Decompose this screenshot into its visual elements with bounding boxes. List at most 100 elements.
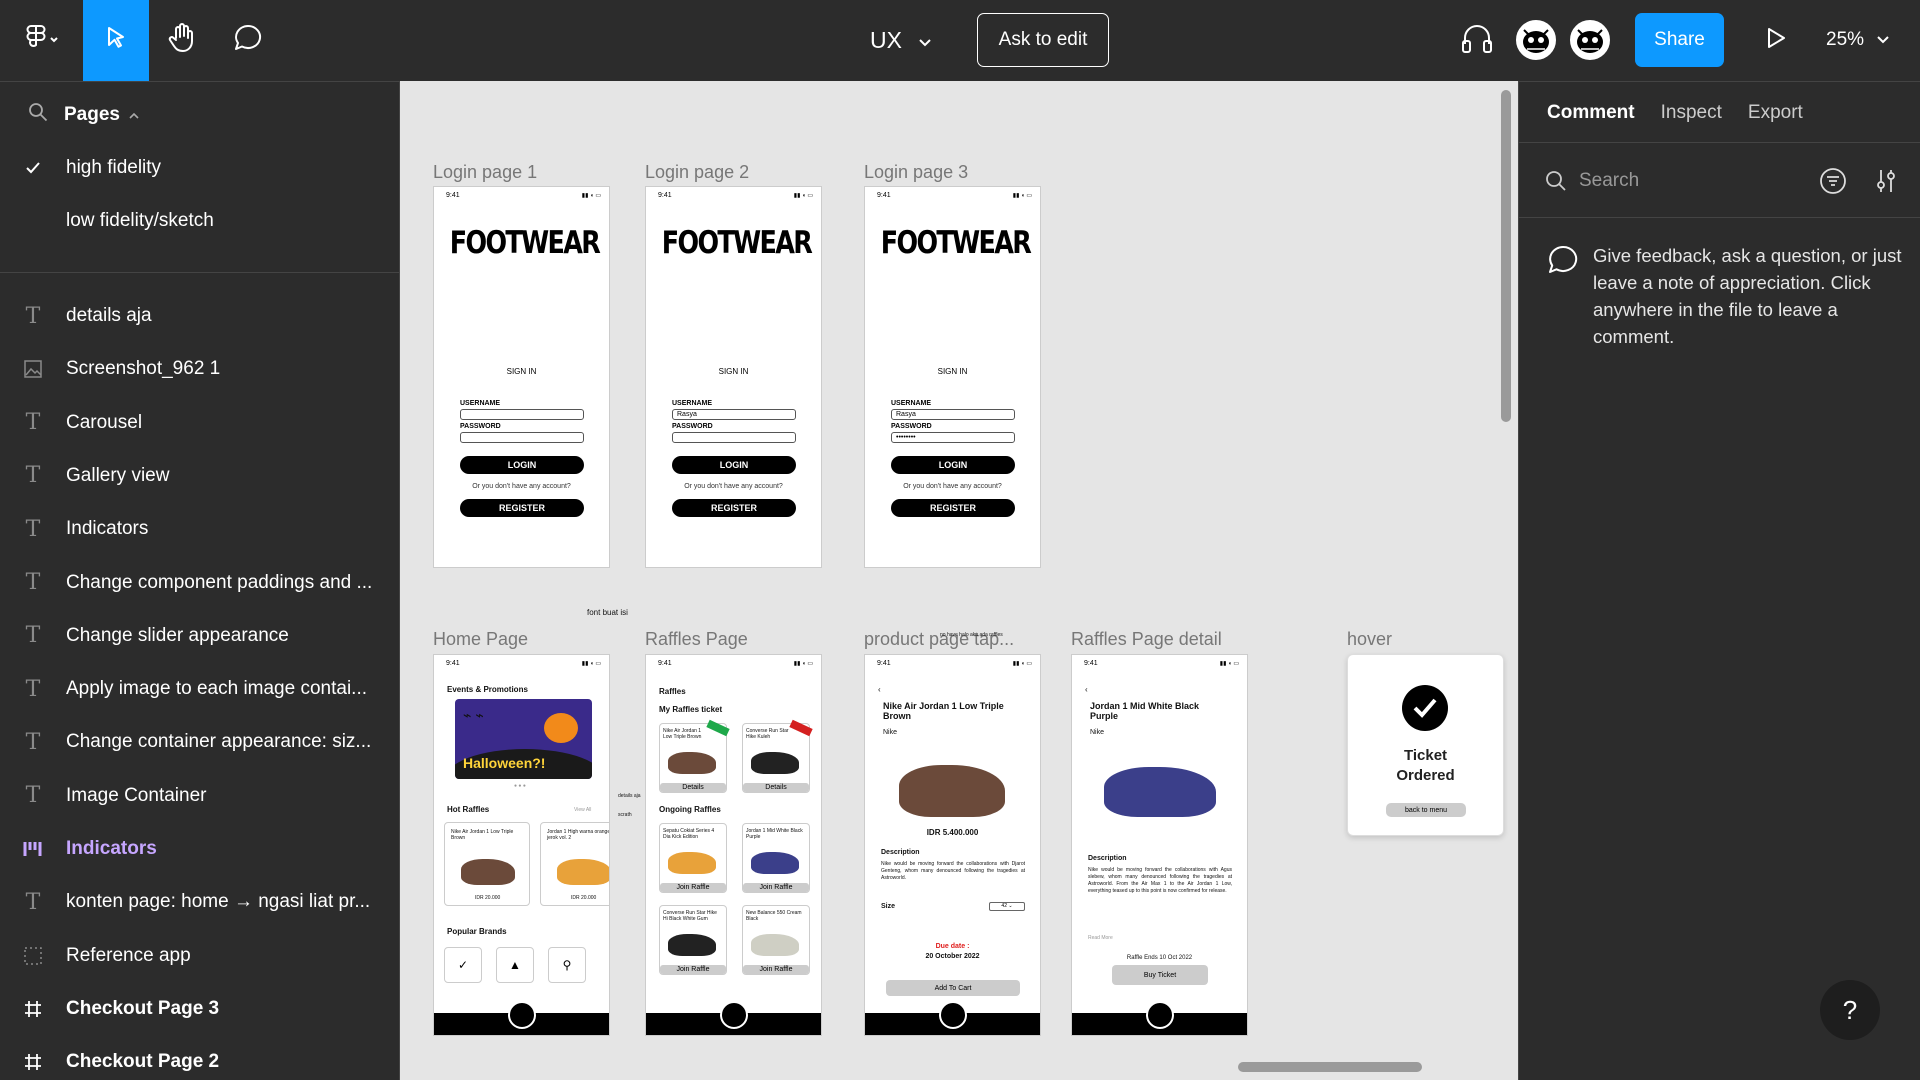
password-field	[460, 432, 584, 443]
status-icons: ▮▮ ◖ ▭	[1012, 193, 1032, 199]
ask-to-edit-button[interactable]: Ask to edit	[977, 13, 1109, 67]
zoom-dropdown[interactable]: 25%	[1826, 14, 1890, 66]
tab-export[interactable]: Export	[1748, 102, 1803, 124]
layer-label: Gallery view	[66, 464, 170, 486]
status-time: 9:41	[1084, 660, 1098, 667]
layer-item[interactable]: Tkonten page: home → ngasi liat pr...	[0, 882, 399, 922]
layer-item[interactable]: Reference app	[0, 936, 399, 976]
comment-tool-button[interactable]	[215, 0, 281, 81]
layer-item[interactable]: T Change container appearance: siz...	[0, 722, 399, 762]
figma-logo-icon	[25, 24, 59, 57]
layer-item[interactable]: T Change component paddings and ...	[0, 563, 399, 603]
layer-item[interactable]: T Indicators	[0, 509, 399, 549]
overlay-note[interactable]: no have halo aku ada raffles	[940, 632, 1003, 638]
username-field: Rasya	[891, 409, 1015, 420]
nike-logo-icon: ✓	[444, 947, 482, 983]
app-logo: FOOTWEAR	[661, 225, 813, 261]
help-button[interactable]: ?	[1820, 980, 1880, 1040]
vertical-scrollbar[interactable]	[1501, 90, 1511, 422]
frame-label[interactable]: Login page 2	[645, 162, 749, 183]
raffle-detail-frame[interactable]: 9:41 ▮▮ ◖ ▭ ‹ Jordan 1 Mid White Black P…	[1071, 654, 1248, 1036]
text-icon: T	[25, 516, 41, 542]
frame-label[interactable]: Raffles Page	[645, 629, 748, 650]
layer-item[interactable]: Checkout Page 3	[0, 989, 399, 1029]
layer-item[interactable]: T Carousel	[0, 403, 399, 443]
register-button: REGISTER	[891, 499, 1015, 517]
my-tickets-heading: My Raffles ticket	[659, 705, 723, 714]
login-page-1-frame[interactable]: 9:41 ▮▮ ◖ ▭ FOOTWEAR SIGN IN USERNAME PA…	[433, 186, 610, 568]
horizontal-scrollbar[interactable]	[1238, 1062, 1422, 1072]
description-heading: Description	[1088, 855, 1127, 862]
frame-label[interactable]: hover	[1347, 629, 1392, 650]
layer-label: Change container appearance: siz...	[66, 731, 372, 753]
ticket-ordered-card[interactable]: Ticket Ordered back to menu	[1347, 654, 1504, 836]
sign-in-title: SIGN IN	[937, 367, 968, 376]
design-canvas[interactable]: Login page 1 Login page 2 Login page 3 H…	[400, 81, 1518, 1080]
read-more-link: Read More	[1088, 935, 1113, 941]
status-time: 9:41	[877, 192, 891, 199]
layer-label: Reference app	[66, 944, 191, 966]
search-input[interactable]: Search	[1579, 170, 1639, 192]
avatar[interactable]	[1516, 20, 1556, 60]
main-menu-button[interactable]	[0, 0, 83, 81]
raffles-page-frame[interactable]: 9:41 ▮▮ ◖ ▭ Raffles My Raffles ticket Ni…	[645, 654, 822, 1036]
panel-tabs: Comment Inspect Export	[1547, 102, 1803, 124]
product-page-frame[interactable]: 9:41 ▮▮ ◖ ▭ ‹ Nike Air Jordan 1 Low Trip…	[864, 654, 1041, 1036]
shoe-nav-icon	[719, 1001, 748, 1029]
layer-item[interactable]: Checkout Page 2	[0, 1042, 399, 1080]
frame-label[interactable]: Home Page	[433, 629, 528, 650]
ticket-ordered-title: Ticket Ordered	[1396, 747, 1455, 784]
filter-icon[interactable]	[1819, 167, 1847, 200]
layer-item[interactable]: Indicators	[0, 829, 399, 869]
side-note[interactable]: scrath	[618, 812, 632, 818]
tab-inspect[interactable]: Inspect	[1661, 102, 1722, 124]
cursor-icon	[102, 24, 130, 57]
jordan-logo-icon: ⚲	[548, 947, 586, 983]
hand-tool-button[interactable]	[149, 0, 215, 81]
page-item-low-fidelity[interactable]: low fidelity/sketch	[0, 201, 399, 241]
pages-header[interactable]: Pages	[28, 102, 140, 128]
raffles-heading: Raffles	[659, 687, 686, 696]
audio-button[interactable]	[1454, 16, 1500, 64]
layer-item[interactable]: T Change slider appearance	[0, 616, 399, 656]
raffle-card: Jordan 1 Mid White Black Purple Join Raf…	[742, 823, 810, 893]
back-to-menu-button: back to menu	[1386, 803, 1466, 817]
layer-item[interactable]: T Apply image to each image contai...	[0, 669, 399, 709]
size-select: 42 ⌄	[989, 902, 1025, 911]
frame-label[interactable]: Login page 3	[864, 162, 968, 183]
status-icons: ▮▮ ◖ ▭	[793, 193, 813, 199]
layer-item[interactable]: T Image Container	[0, 776, 399, 816]
side-note[interactable]: details aja	[618, 793, 641, 799]
layer-item[interactable]: T Gallery view	[0, 456, 399, 496]
avatar[interactable]	[1570, 20, 1610, 60]
due-date-label: Due date :	[935, 943, 970, 950]
status-icons: ▮▮ ◖ ▭	[793, 661, 813, 667]
pumpkin-icon	[544, 713, 578, 743]
login-page-2-frame[interactable]: 9:41 ▮▮ ◖ ▭ FOOTWEAR SIGN IN USERNAME Ra…	[645, 186, 822, 568]
layer-label: details aja	[66, 305, 152, 326]
share-button[interactable]: Share	[1635, 13, 1724, 67]
file-name-dropdown[interactable]: UX	[870, 14, 932, 66]
cat-avatar-icon	[1572, 22, 1608, 58]
move-tool-button[interactable]	[83, 0, 149, 81]
comment-hint: Give feedback, ask a question, or just l…	[1593, 245, 1902, 347]
frame-label[interactable]: Login page 1	[433, 162, 537, 183]
page-item-high-fidelity[interactable]: high fidelity	[0, 148, 399, 188]
register-button: REGISTER	[460, 499, 584, 517]
floating-note[interactable]: font buat isi	[587, 608, 628, 617]
present-button[interactable]	[1756, 16, 1796, 64]
shoe-nav-icon	[1145, 1001, 1174, 1029]
layer-item[interactable]: Screenshot_962 1	[0, 349, 399, 389]
home-page-frame[interactable]: 9:41 ▮▮ ◖ ▭ Events & Promotions ⌁ ⌁ Hall…	[433, 654, 610, 1036]
product-image	[899, 765, 1005, 817]
register-button: REGISTER	[672, 499, 796, 517]
settings-sliders-icon[interactable]	[1873, 167, 1899, 200]
layer-item[interactable]: Tdetails aja	[0, 296, 399, 336]
chevron-down-icon	[1876, 29, 1890, 51]
frame-label[interactable]: Raffles Page detail	[1071, 629, 1222, 650]
login-page-3-frame[interactable]: 9:41 ▮▮ ◖ ▭ FOOTWEAR SIGN IN USERNAME Ra…	[864, 186, 1041, 568]
product-name: Nike Air Jordan 1 Low Triple Brown	[883, 701, 1004, 721]
tab-comment[interactable]: Comment	[1547, 102, 1635, 124]
events-heading: Events & Promotions	[447, 685, 528, 694]
due-date: 20 October 2022	[925, 953, 980, 960]
